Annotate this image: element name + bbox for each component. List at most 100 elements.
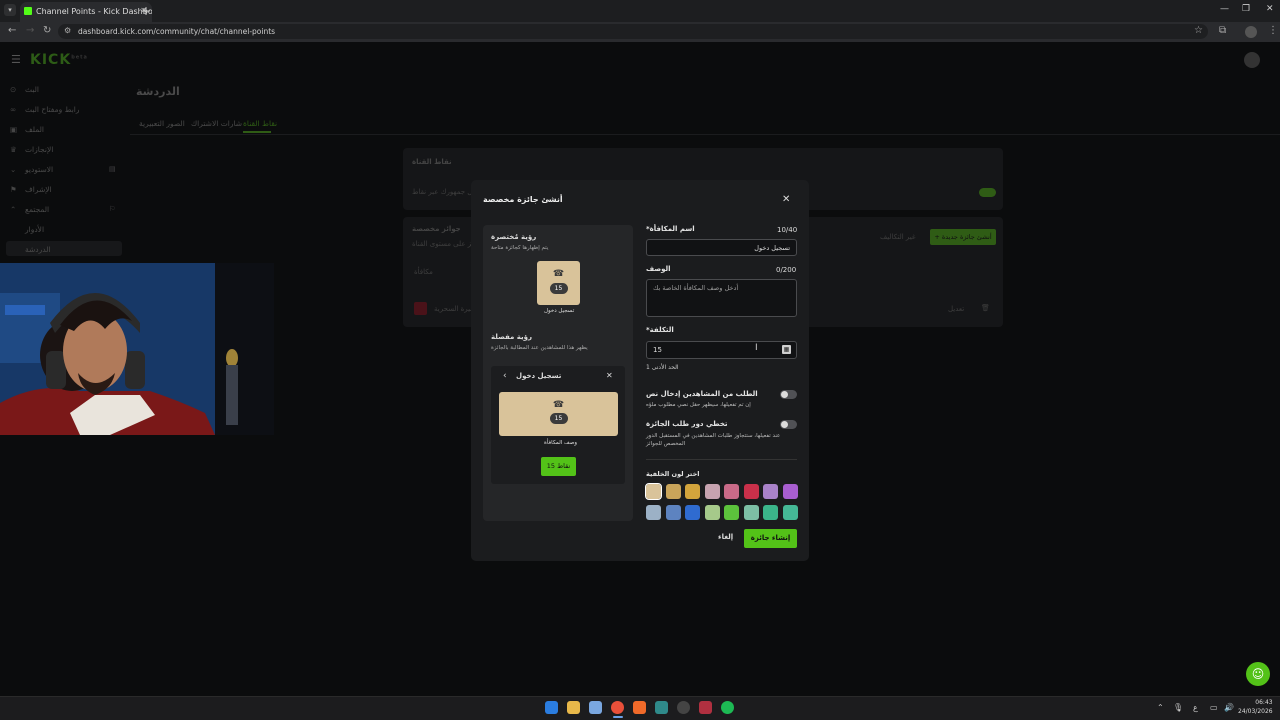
name-label: *اسم المكافأة bbox=[646, 225, 695, 233]
compact-view-subtitle: يتم إظهارها كجائزة متاحة bbox=[491, 245, 549, 251]
page-title: الدردشة bbox=[136, 85, 180, 98]
sidebar-item-chat[interactable]: الدردشة bbox=[25, 245, 51, 254]
cost-badge: 15 bbox=[549, 283, 568, 294]
clock-time: 06:43 bbox=[1255, 699, 1273, 706]
close-icon[interactable]: ✕ bbox=[782, 194, 790, 205]
kick-logo[interactable]: KICKbeta bbox=[30, 52, 88, 68]
color-swatch[interactable] bbox=[665, 505, 681, 520]
tray-chevron-up-icon[interactable]: ⌃ bbox=[1157, 703, 1164, 712]
channel-points-toggle[interactable] bbox=[979, 188, 996, 197]
windows-start-icon[interactable] bbox=[545, 701, 558, 714]
detail-reward-card: ☎ 15 bbox=[499, 392, 618, 436]
sidebar-item-stream-key[interactable]: ∞ رابط ومفتاح البث bbox=[10, 105, 80, 114]
sidebar-item-achievements[interactable]: ♛ الإنجازات bbox=[10, 145, 53, 154]
url-text: dashboard.kick.com/community/chat/channe… bbox=[78, 27, 276, 36]
sidebar-item-roles[interactable]: الأدوار bbox=[25, 225, 44, 234]
spotify-icon[interactable] bbox=[721, 701, 734, 714]
color-swatch[interactable] bbox=[645, 483, 662, 500]
minimize-icon[interactable]: — bbox=[1220, 4, 1229, 14]
color-swatch[interactable] bbox=[763, 505, 778, 520]
calculator-icon[interactable]: ▦ bbox=[782, 345, 791, 354]
obs-icon[interactable] bbox=[677, 701, 690, 714]
tab-channel-points[interactable]: نقاط القناة bbox=[243, 119, 277, 128]
edit-costs-link[interactable]: غير التكاليف bbox=[880, 233, 916, 241]
reload-icon[interactable]: ↻ bbox=[43, 25, 51, 36]
tab-search-button[interactable]: ▾ bbox=[4, 4, 16, 16]
color-swatch[interactable] bbox=[724, 484, 739, 499]
create-reward-button[interactable]: إنشاء جائزة bbox=[744, 529, 797, 548]
reward-thumbnail bbox=[414, 302, 427, 315]
color-swatch[interactable] bbox=[743, 484, 759, 499]
app-icon[interactable] bbox=[655, 701, 668, 714]
color-swatch[interactable] bbox=[704, 484, 720, 499]
network-icon[interactable]: ▭ bbox=[1210, 703, 1218, 712]
color-swatch[interactable] bbox=[724, 505, 739, 520]
tab-emotes[interactable]: الصور التعبيرية bbox=[139, 119, 185, 128]
description-textarea[interactable]: أدخل وصف المكافأة الخاصة بك bbox=[646, 279, 797, 317]
detail-view-title: رؤية مفصلة bbox=[491, 333, 533, 341]
trophy-icon: ♛ bbox=[10, 145, 17, 154]
sidebar-item-studio[interactable]: ⌄ الاستوديو bbox=[10, 165, 53, 174]
volume-icon[interactable]: 🔊 bbox=[1224, 703, 1234, 712]
forward-icon[interactable]: → bbox=[26, 25, 34, 36]
color-swatch[interactable] bbox=[704, 505, 720, 520]
sidebar-item-profile[interactable]: ▣ الملف bbox=[10, 125, 44, 134]
address-bar[interactable]: ⚙ dashboard.kick.com/community/chat/chan… bbox=[58, 24, 1208, 39]
color-swatch[interactable] bbox=[685, 484, 700, 499]
compact-view-title: رؤية مُختصرة bbox=[491, 233, 537, 241]
close-window-icon[interactable]: ✕ bbox=[1266, 4, 1274, 14]
store-icon[interactable] bbox=[589, 701, 602, 714]
sidebar-item-stream[interactable]: ⊙ البث bbox=[10, 85, 39, 94]
moderation-icon: ⚑ bbox=[10, 185, 17, 194]
tab-subscriber-badges[interactable]: شارات الاشتراك bbox=[191, 119, 242, 128]
menu-icon[interactable]: ☰ bbox=[11, 53, 21, 66]
game-icon[interactable] bbox=[699, 701, 712, 714]
chevron-down-icon: ⌄ bbox=[10, 165, 17, 174]
color-swatch[interactable] bbox=[665, 484, 681, 499]
compact-reward-card: ☎ 15 bbox=[537, 261, 580, 305]
new-tab-button[interactable]: + bbox=[141, 4, 151, 18]
brave-icon[interactable] bbox=[633, 701, 646, 714]
sidebar-item-community[interactable]: ⌃ المجتمع bbox=[10, 205, 49, 214]
browser-tab[interactable]: Channel Points - Kick Dashboa ✕ bbox=[20, 2, 152, 22]
user-avatar[interactable] bbox=[1244, 52, 1260, 68]
bookmark-star-icon[interactable]: ☆ bbox=[1194, 25, 1203, 36]
sidebar-active-highlight bbox=[6, 241, 122, 256]
color-swatch[interactable] bbox=[782, 505, 798, 520]
browser-tab-bar bbox=[0, 0, 1280, 22]
name-counter: 10/40 bbox=[777, 226, 798, 234]
taskbar-clock[interactable]: 06:43 24/03/2026 bbox=[1238, 698, 1273, 716]
microphone-icon[interactable]: 🎙 bbox=[1173, 703, 1183, 712]
link-icon: ∞ bbox=[10, 105, 17, 114]
create-reward-bg-button[interactable]: + أنشئ جائزة جديدة bbox=[930, 229, 996, 245]
extensions-icon[interactable]: ⧉ bbox=[1219, 25, 1226, 36]
cost-input[interactable]: 15 bbox=[646, 341, 797, 359]
help-chat-button[interactable]: ☺ bbox=[1246, 662, 1270, 686]
reward-row-edit[interactable]: تعديل bbox=[948, 305, 964, 313]
browser-menu-icon[interactable]: ⋮ bbox=[1268, 25, 1278, 36]
sidebar-item-moderation[interactable]: ⚑ الإشراف bbox=[10, 185, 52, 194]
phone-icon: ☎ bbox=[552, 400, 565, 410]
site-info-icon[interactable]: ⚙ bbox=[64, 26, 71, 35]
back-icon[interactable]: ← bbox=[8, 25, 16, 36]
profile-avatar[interactable] bbox=[1245, 26, 1257, 38]
chrome-icon[interactable] bbox=[611, 701, 624, 714]
color-swatch[interactable] bbox=[646, 505, 661, 520]
color-swatch[interactable] bbox=[685, 505, 700, 520]
detail-redeem-button: 15 نقاط bbox=[541, 457, 576, 476]
reward-name-input[interactable]: تسجيل دخول bbox=[646, 239, 797, 256]
detail-cost-badge: 15 bbox=[549, 413, 568, 424]
skip-queue-label: تخطي دور طلب الجائزة bbox=[646, 420, 728, 428]
trash-icon[interactable]: 🗑 bbox=[981, 304, 990, 312]
require-text-toggle[interactable] bbox=[780, 390, 797, 399]
webcam-image bbox=[0, 263, 274, 435]
maximize-icon[interactable]: ❐ bbox=[1242, 4, 1250, 14]
language-indicator[interactable]: ع bbox=[1193, 703, 1198, 712]
cancel-button[interactable]: إلغاء bbox=[718, 533, 733, 541]
chevron-left-icon: ‹ bbox=[503, 371, 507, 381]
color-swatch[interactable] bbox=[743, 505, 759, 520]
color-swatch[interactable] bbox=[782, 484, 798, 499]
color-swatch[interactable] bbox=[763, 484, 778, 499]
skip-queue-toggle[interactable] bbox=[780, 420, 797, 429]
file-explorer-icon[interactable] bbox=[567, 701, 580, 714]
